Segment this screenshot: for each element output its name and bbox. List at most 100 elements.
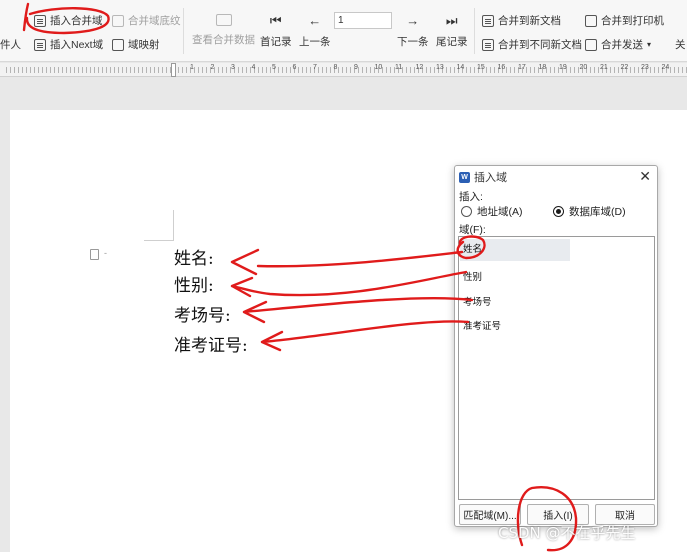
field-listbox[interactable]: 姓名 性别 考场号 准考证号 <box>458 236 655 500</box>
printer-icon <box>585 14 597 27</box>
ruler-number: 18 <box>538 64 547 71</box>
paragraph-handle-dash: - <box>104 248 107 258</box>
recipients-label: 件人 <box>0 39 21 51</box>
paragraph-handle-icon[interactable] <box>90 249 99 260</box>
merge-field-shading-button[interactable]: 合并域底纹 <box>112 13 181 28</box>
merge-field-icon <box>34 14 46 27</box>
ruler-number: 12 <box>415 64 424 71</box>
insert-field-dialog: W 插入域 ✕ 插入: 地址域(A) 数据库域(D) 域(F): 姓名 性别 考… <box>454 165 658 527</box>
ribbon-separator <box>183 8 184 54</box>
ribbon-separator <box>474 8 475 54</box>
send-icon <box>585 38 597 51</box>
recipients-button[interactable]: 件人 <box>0 37 21 52</box>
ruler-number: 8 <box>333 64 338 71</box>
arrow-left-icon: ← <box>308 13 322 28</box>
merge-to-diff-docs-button[interactable]: 合并到不同新文档 <box>482 37 582 52</box>
app-icon: W <box>459 171 470 183</box>
close-merge-button[interactable]: 关 <box>675 37 686 52</box>
ruler-number: 24 <box>661 64 670 71</box>
horizontal-ruler[interactable]: 1 2 3 4 5 6 7 8 9 10 11 12 13 14 15 16 17 18 19 20 21 22 23 24 <box>0 63 687 77</box>
merge-send-label: 合并发送 <box>601 39 643 51</box>
ruler-number: 1 <box>190 64 194 71</box>
list-item[interactable]: 性别 <box>463 269 482 283</box>
ruler-number: 4 <box>251 64 256 71</box>
dialog-title-bar[interactable]: W 插入域 <box>455 166 657 188</box>
list-item[interactable]: 考场号 <box>463 294 492 308</box>
view-merge-data-button[interactable]: 查看合并数据 <box>192 14 255 47</box>
database-field-label: 数据库域(D) <box>569 206 626 218</box>
next-field-icon <box>34 38 46 51</box>
diff-docs-icon <box>482 38 494 51</box>
ruler-number: 2 <box>210 64 215 71</box>
ruler-numbers: 1 2 3 4 5 6 7 8 9 10 11 12 13 14 15 16 17 18 19 20 21 22 23 24 <box>0 63 687 77</box>
ruler-number: 22 <box>620 64 629 71</box>
next-record-label: 下一条 <box>397 36 429 48</box>
first-record-button[interactable]: ⏮ 首记录 <box>260 14 292 49</box>
database-field-radio[interactable]: 数据库域(D) <box>553 204 626 219</box>
ruler-number: 20 <box>579 64 588 71</box>
first-record-label: 首记录 <box>260 36 292 48</box>
record-number-input[interactable]: 1 <box>334 12 392 29</box>
next-record-button[interactable]: → 下一条 <box>397 14 429 49</box>
insert-merge-field-label: 插入合并域 <box>50 15 103 27</box>
field-mapping-button[interactable]: 域映射 <box>112 37 160 52</box>
list-item[interactable]: 姓名 <box>460 239 570 261</box>
new-doc-icon <box>482 14 494 27</box>
ruler-number: 14 <box>456 64 465 71</box>
ruler-number: 13 <box>436 64 444 71</box>
merge-to-new-doc-label: 合并到新文档 <box>498 15 561 27</box>
indent-marker[interactable] <box>171 63 176 77</box>
ruler-number: 19 <box>559 64 567 71</box>
field-mapping-label: 域映射 <box>128 39 160 51</box>
doc-line-ticket-number: 准考证号: <box>174 336 248 356</box>
ruler-number: 3 <box>231 64 235 71</box>
dialog-title: 插入域 <box>474 172 507 184</box>
mail-merge-ribbon: 件人 插入合并域 插入Next域 合并域底纹 域映射 查看合并数据 ⏮ 首记录 … <box>0 0 687 62</box>
close-merge-label: 关 <box>675 39 686 51</box>
margin-corner-mark <box>173 210 174 240</box>
chevron-down-icon: ▾ <box>647 40 652 49</box>
ruler-number: 23 <box>641 64 649 71</box>
ruler-number: 21 <box>600 64 608 71</box>
doc-line-name: 姓名: <box>174 249 214 269</box>
ruler-number: 6 <box>292 64 297 71</box>
close-icon[interactable]: ✕ <box>639 169 651 183</box>
insert-merge-field-button[interactable]: 插入合并域 <box>34 13 103 28</box>
insert-next-field-label: 插入Next域 <box>50 39 104 51</box>
ruler-number: 17 <box>518 64 526 71</box>
view-merge-data-label: 查看合并数据 <box>192 34 255 46</box>
arrow-right-icon: → <box>406 13 420 28</box>
ruler-number: 7 <box>313 64 317 71</box>
radio-checked-icon <box>553 206 564 217</box>
ruler-number: 5 <box>272 64 276 71</box>
merge-to-printer-button[interactable]: 合并到打印机 <box>585 13 664 28</box>
address-field-radio[interactable]: 地址域(A) <box>461 204 523 219</box>
merge-to-diff-docs-label: 合并到不同新文档 <box>498 39 582 51</box>
ruler-number: 11 <box>395 64 403 71</box>
ruler-number: 10 <box>374 64 383 71</box>
last-record-icon: ⏭ <box>445 13 458 28</box>
watermark: CSDN @不在乎先生 <box>498 524 636 542</box>
last-record-label: 尾记录 <box>436 36 468 48</box>
merge-field-shading-label: 合并域底纹 <box>128 15 181 27</box>
doc-line-gender: 性别: <box>174 276 214 296</box>
doc-line-exam-room: 考场号: <box>174 306 231 326</box>
address-field-label: 地址域(A) <box>477 206 523 218</box>
view-data-icon <box>215 14 232 26</box>
field-list-label: 域(F): <box>459 224 486 236</box>
field-mapping-icon <box>112 38 124 51</box>
prev-record-label: 上一条 <box>299 36 331 48</box>
ruler-number: 16 <box>497 64 506 71</box>
ruler-number: 9 <box>354 64 358 71</box>
merge-to-new-doc-button[interactable]: 合并到新文档 <box>482 13 561 28</box>
ruler-number: 15 <box>477 64 485 71</box>
merge-send-button[interactable]: 合并发送 ▾ <box>585 37 651 52</box>
last-record-button[interactable]: ⏭ 尾记录 <box>436 14 468 49</box>
first-record-icon: ⏮ <box>269 13 282 28</box>
prev-record-button[interactable]: ← 上一条 <box>299 14 331 49</box>
radio-unchecked-icon <box>461 206 472 217</box>
shading-icon <box>112 14 124 27</box>
merge-to-printer-label: 合并到打印机 <box>601 15 664 27</box>
list-item[interactable]: 准考证号 <box>463 318 501 332</box>
insert-next-field-button[interactable]: 插入Next域 <box>34 37 103 52</box>
